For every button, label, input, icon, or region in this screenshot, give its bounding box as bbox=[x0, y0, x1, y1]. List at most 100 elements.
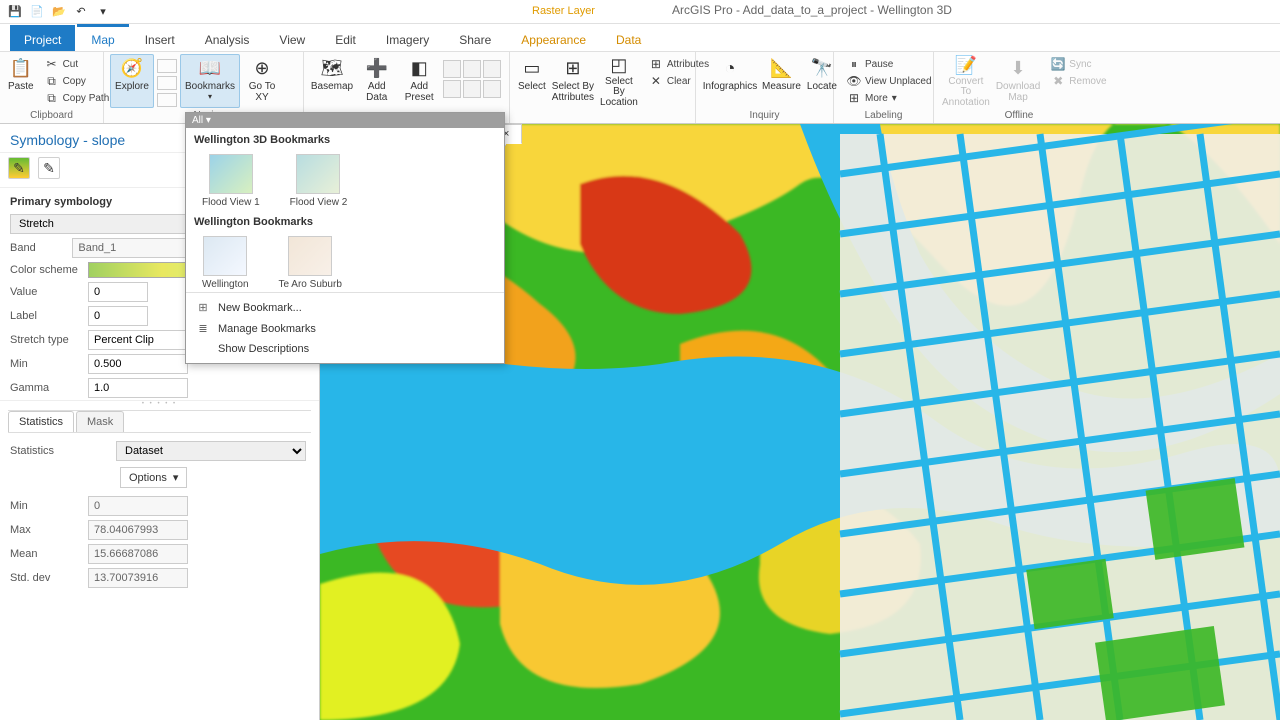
explore-icon: 🧭 bbox=[120, 56, 144, 80]
add-preset-icon: ◧ bbox=[407, 56, 431, 80]
bookmark-flood-view-2[interactable]: Flood View 2 bbox=[290, 154, 348, 208]
group-labeling-label: Labeling bbox=[840, 109, 927, 122]
attributes-icon: ⊞ bbox=[649, 57, 663, 71]
group-inquiry-label: Inquiry bbox=[702, 109, 827, 122]
select-by-location-button[interactable]: ◰Select By Location bbox=[598, 54, 640, 108]
basemap-icon: 🗺 bbox=[320, 56, 344, 80]
context-tab-label: Raster Layer bbox=[520, 3, 607, 19]
tab-map[interactable]: Map bbox=[77, 24, 128, 51]
qa-redo-icon[interactable]: ▾ bbox=[94, 3, 112, 21]
qa-undo-icon[interactable]: ↶ bbox=[72, 3, 90, 21]
more-labeling-button[interactable]: ⊞More ▾ bbox=[844, 90, 935, 106]
symbology-alt-icon[interactable]: ✎ bbox=[38, 157, 60, 179]
stats-mean-field bbox=[88, 544, 188, 564]
stats-max-field bbox=[88, 520, 188, 540]
clear-icon: ✕ bbox=[649, 74, 663, 88]
new-bookmark-button[interactable]: ⊞New Bookmark... bbox=[186, 297, 504, 318]
bookmark-thumb-icon bbox=[296, 154, 340, 194]
bookmarks-dropdown: All ▾ Wellington 3D Bookmarks Flood View… bbox=[185, 112, 505, 364]
tab-imagery[interactable]: Imagery bbox=[372, 25, 443, 51]
add-data-icon: ➕ bbox=[365, 56, 389, 80]
add-data-button[interactable]: ➕Add Data bbox=[356, 54, 397, 108]
add-preset-button[interactable]: ◧Add Preset bbox=[399, 54, 439, 108]
app-title: ArcGIS Pro - Add_data_to_a_project - Wel… bbox=[672, 3, 952, 17]
gotoxy-icon: ⊕ bbox=[250, 56, 274, 80]
ribbon-tab-strip: Project Map Insert Analysis View Edit Im… bbox=[0, 24, 1280, 52]
options-button[interactable]: Options ▾ bbox=[120, 467, 187, 488]
infographics-button[interactable]: ◔Infographics bbox=[702, 54, 758, 108]
symbology-primary-icon[interactable]: ✎ bbox=[8, 157, 30, 179]
download-map-button[interactable]: ⬇Download Map bbox=[994, 54, 1042, 108]
copy-path-icon: ⧉ bbox=[45, 91, 59, 105]
pause-icon: ⏸ bbox=[847, 57, 861, 71]
cut-button[interactable]: ✂Cut bbox=[42, 56, 113, 72]
qa-new-icon[interactable]: 📄 bbox=[28, 3, 46, 21]
sync-button[interactable]: 🔄Sync bbox=[1048, 56, 1109, 72]
manage-bookmarks-button[interactable]: ≣Manage Bookmarks bbox=[186, 318, 504, 339]
pause-labeling-button[interactable]: ⏸Pause bbox=[844, 56, 935, 72]
locate-icon: 🔭 bbox=[810, 56, 834, 80]
select-by-attributes-button[interactable]: ⊞Select By Attributes bbox=[550, 54, 596, 108]
remove-button[interactable]: ✖Remove bbox=[1048, 73, 1109, 89]
bookmark-thumb-icon bbox=[209, 154, 253, 194]
qa-open-icon[interactable]: 📂 bbox=[50, 3, 68, 21]
bookmark-wellington[interactable]: Wellington bbox=[202, 236, 249, 290]
infographics-icon: ◔ bbox=[718, 56, 742, 80]
show-descriptions-button[interactable]: Show Descriptions bbox=[186, 339, 504, 359]
download-icon: ⬇ bbox=[1006, 56, 1030, 80]
copy-icon: ⧉ bbox=[45, 74, 59, 88]
basemap-button[interactable]: 🗺Basemap bbox=[310, 54, 354, 108]
tab-appearance[interactable]: Appearance bbox=[507, 25, 600, 51]
label-field[interactable] bbox=[88, 306, 148, 326]
min-field[interactable] bbox=[88, 354, 188, 374]
cut-icon: ✂ bbox=[45, 57, 59, 71]
convert-annotation-button[interactable]: 📝Convert To Annotation bbox=[940, 54, 992, 108]
bookmark-thumb-icon bbox=[203, 236, 247, 276]
subtab-statistics[interactable]: Statistics bbox=[8, 411, 74, 432]
copy-path-button[interactable]: ⧉Copy Path bbox=[42, 90, 113, 106]
bookmarks-icon: 📖 bbox=[198, 56, 222, 80]
explore-button[interactable]: 🧭Explore bbox=[110, 54, 154, 108]
subtab-mask[interactable]: Mask bbox=[76, 411, 124, 432]
remove-icon: ✖ bbox=[1051, 74, 1065, 88]
bookmark-te-aro[interactable]: Te Aro Suburb bbox=[279, 236, 342, 290]
bookmark-flood-view-1[interactable]: Flood View 1 bbox=[202, 154, 260, 208]
group-offline-label: Offline bbox=[940, 109, 1098, 122]
bookmarks-filter-bar[interactable]: All ▾ bbox=[186, 113, 504, 128]
gamma-field[interactable] bbox=[88, 378, 188, 398]
view-unplaced-icon: 👁 bbox=[847, 74, 861, 88]
bookmark-thumb-icon bbox=[288, 236, 332, 276]
paste-button[interactable]: 📋Paste bbox=[6, 54, 36, 108]
new-bookmark-icon: ⊞ bbox=[196, 301, 210, 314]
copy-button[interactable]: ⧉Copy bbox=[42, 73, 113, 89]
statistics-source-select[interactable]: Dataset bbox=[116, 441, 306, 461]
measure-button[interactable]: 📐Measure bbox=[760, 54, 803, 108]
tab-data[interactable]: Data bbox=[602, 25, 655, 51]
select-button[interactable]: ▭Select bbox=[516, 54, 548, 108]
measure-icon: 📐 bbox=[769, 56, 793, 80]
group-clipboard-label: Clipboard bbox=[6, 109, 97, 122]
select-icon: ▭ bbox=[520, 56, 544, 80]
title-bar: 💾 📄 📂 ↶ ▾ Raster Layer ArcGIS Pro - Add_… bbox=[0, 0, 1280, 24]
tab-share[interactable]: Share bbox=[445, 25, 505, 51]
gotoxy-button[interactable]: ⊕Go To XY bbox=[242, 54, 282, 108]
value-field[interactable] bbox=[88, 282, 148, 302]
bookmarks-section-3d: Wellington 3D Bookmarks bbox=[186, 128, 504, 148]
select-loc-icon: ◰ bbox=[607, 56, 631, 75]
more-icon: ⊞ bbox=[847, 91, 861, 105]
stats-std-field bbox=[88, 568, 188, 588]
layer-templates[interactable] bbox=[441, 54, 503, 108]
view-unplaced-button[interactable]: 👁View Unplaced bbox=[844, 73, 935, 89]
tab-insert[interactable]: Insert bbox=[131, 25, 189, 51]
paste-icon: 📋 bbox=[9, 56, 33, 80]
stats-min-field bbox=[88, 496, 188, 516]
convert-icon: 📝 bbox=[954, 56, 978, 75]
qa-save-icon[interactable]: 💾 bbox=[6, 3, 24, 21]
tab-analysis[interactable]: Analysis bbox=[191, 25, 264, 51]
tab-edit[interactable]: Edit bbox=[321, 25, 370, 51]
sync-icon: 🔄 bbox=[1051, 57, 1065, 71]
tab-view[interactable]: View bbox=[265, 25, 319, 51]
manage-bookmarks-icon: ≣ bbox=[196, 322, 210, 335]
tab-project[interactable]: Project bbox=[10, 25, 75, 51]
bookmarks-button[interactable]: 📖Bookmarks▾ bbox=[180, 54, 240, 108]
